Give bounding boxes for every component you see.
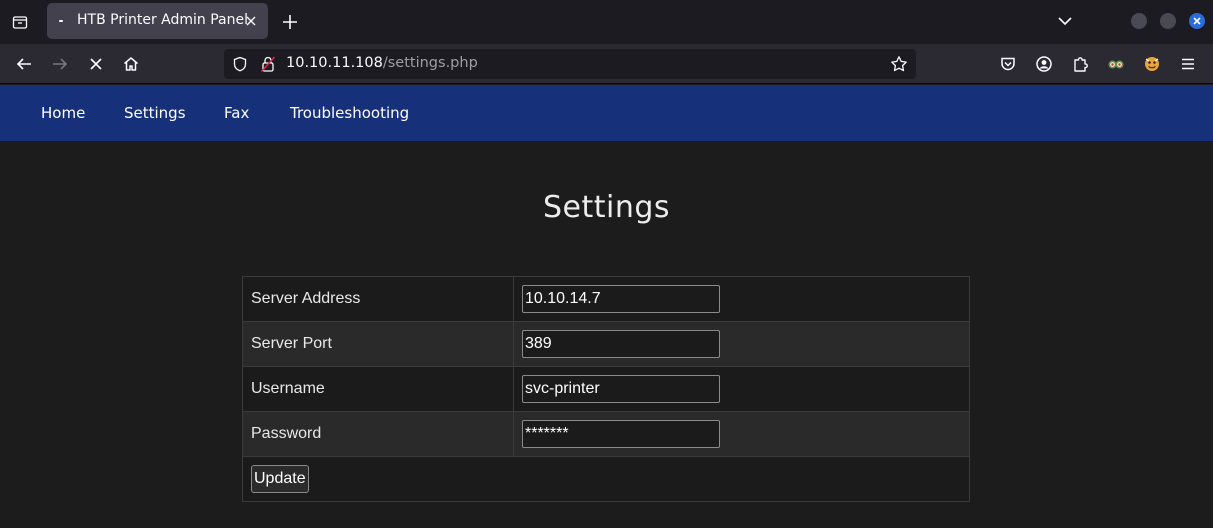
password-input[interactable]: [522, 420, 720, 448]
minimize-window-button[interactable]: [1131, 13, 1147, 29]
back-arrow-icon[interactable]: [12, 52, 36, 76]
loading-favicon-icon: [59, 20, 63, 22]
table-row: Server Port: [242, 321, 970, 367]
close-icon[interactable]: [243, 13, 259, 29]
table-row: Username: [242, 366, 970, 412]
stop-icon[interactable]: [84, 52, 108, 76]
nav-link-settings[interactable]: Settings: [124, 104, 186, 122]
maximize-window-button[interactable]: [1160, 13, 1176, 29]
table-row: Password: [242, 411, 970, 457]
settings-table: Server Address Server Port Username Pass…: [242, 276, 970, 502]
account-icon[interactable]: [1032, 52, 1056, 76]
server-address-input[interactable]: [522, 285, 720, 313]
extensions-icon[interactable]: [1068, 52, 1092, 76]
star-icon[interactable]: [890, 55, 908, 77]
server-port-input[interactable]: [522, 330, 720, 358]
site-navbar: Home Settings Fax Troubleshooting: [0, 85, 1213, 141]
table-cell: Update: [242, 456, 970, 502]
shield-icon[interactable]: [232, 56, 248, 76]
nav-link-troubleshooting[interactable]: Troubleshooting: [290, 104, 409, 122]
hamburger-menu-icon[interactable]: [1176, 52, 1200, 76]
password-label: Password: [242, 411, 514, 457]
table-cell: [513, 321, 970, 367]
tab-strip: HTB Printer Admin Panel: [0, 0, 1213, 44]
extension-icon[interactable]: [1140, 52, 1164, 76]
page-content: Settings Server Address Server Port User…: [0, 141, 1213, 528]
extension-icon[interactable]: [1104, 52, 1128, 76]
url-text[interactable]: 10.10.11.108/settings.php: [286, 55, 478, 71]
insecure-lock-icon[interactable]: [260, 55, 276, 77]
browser-tab[interactable]: HTB Printer Admin Panel: [47, 3, 268, 39]
nav-link-home[interactable]: Home: [41, 104, 85, 122]
nav-link-fax[interactable]: Fax: [224, 104, 249, 122]
table-cell: [513, 276, 970, 322]
username-label: Username: [242, 366, 514, 412]
plus-icon[interactable]: [280, 12, 300, 32]
tab-title: HTB Printer Admin Panel: [77, 12, 248, 28]
close-window-button[interactable]: [1189, 13, 1205, 29]
address-bar[interactable]: 10.10.11.108/settings.php: [224, 49, 916, 79]
table-cell: [513, 411, 970, 457]
forward-arrow-icon[interactable]: [48, 52, 72, 76]
table-row: Update: [242, 456, 970, 502]
username-input[interactable]: [522, 375, 720, 403]
home-icon[interactable]: [119, 52, 143, 76]
tab-list-icon[interactable]: [8, 10, 32, 34]
pocket-icon[interactable]: [996, 52, 1020, 76]
table-row: Server Address: [242, 276, 970, 322]
table-cell: [513, 366, 970, 412]
url-path: /settings.php: [382, 55, 478, 71]
page-title: Settings: [542, 190, 671, 225]
server-port-label: Server Port: [242, 321, 514, 367]
update-button[interactable]: Update: [251, 465, 309, 493]
chevron-down-icon[interactable]: [1056, 12, 1074, 30]
url-host: 10.10.11.108: [286, 55, 383, 71]
server-address-label: Server Address: [242, 276, 514, 322]
